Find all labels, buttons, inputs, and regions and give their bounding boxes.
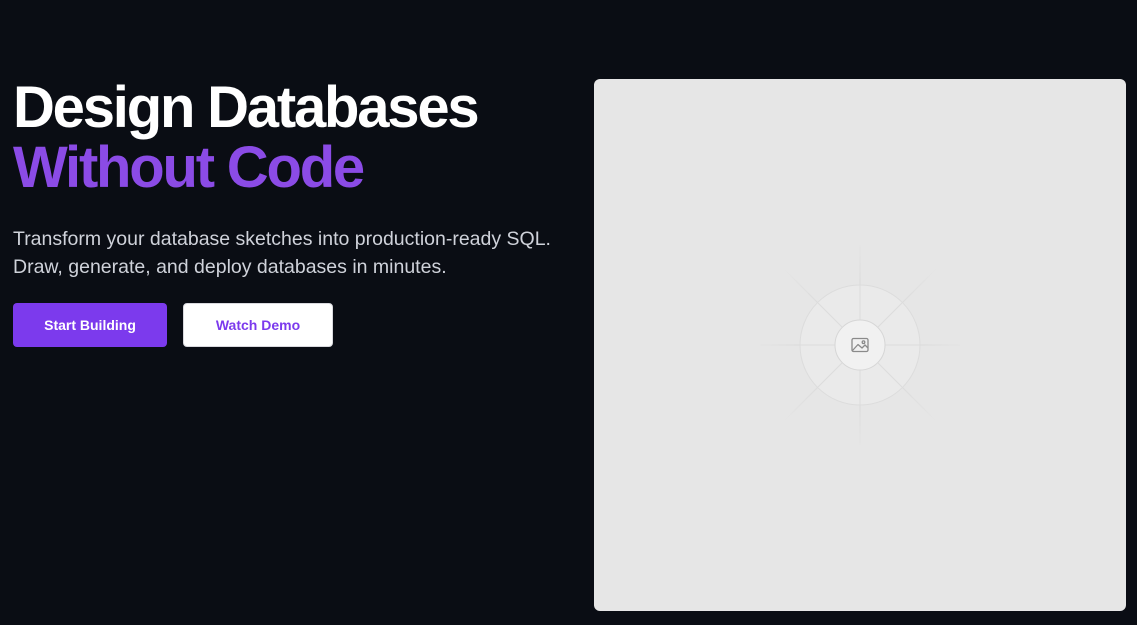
hero-image-placeholder — [594, 79, 1126, 611]
hero-headline: Design Databases Without Code — [13, 78, 573, 198]
cta-buttons: Start Building Watch Demo — [13, 303, 333, 347]
headline-line-1: Design Databases — [13, 75, 480, 140]
hero-content: Design Databases Without Code Transform … — [13, 78, 573, 281]
headline-line-2-accent: Without Code — [13, 135, 365, 200]
watch-demo-button[interactable]: Watch Demo — [183, 303, 333, 347]
placeholder-inner-circle — [834, 319, 886, 371]
placeholder-graphic — [760, 245, 960, 445]
start-building-button[interactable]: Start Building — [13, 303, 167, 347]
hero-subtitle: Transform your database sketches into pr… — [13, 228, 551, 278]
